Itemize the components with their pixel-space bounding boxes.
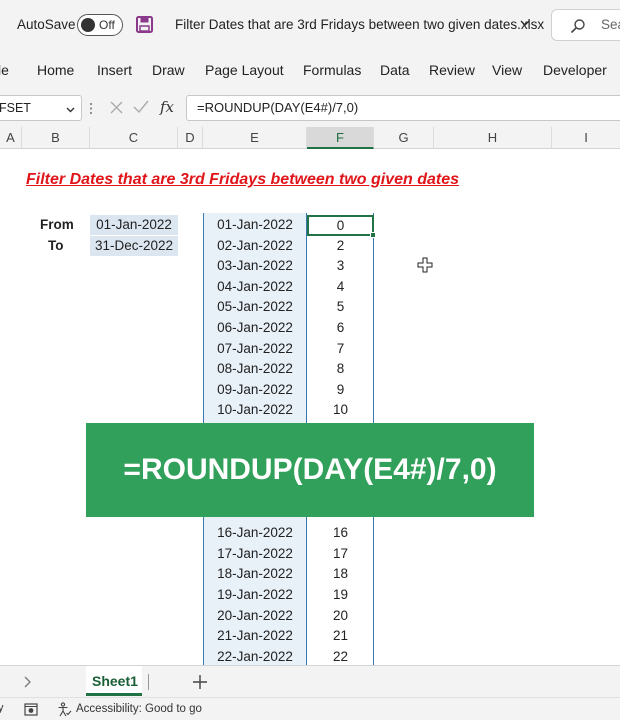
status-bar: y Accessibility: Good to go <box>0 697 620 720</box>
save-icon[interactable] <box>136 16 153 33</box>
week-number-cell[interactable]: 20 <box>307 606 374 626</box>
date-cell[interactable]: 17-Jan-2022 <box>203 544 307 564</box>
to-label[interactable]: To <box>48 238 64 253</box>
date-cell[interactable]: 09-Jan-2022 <box>203 380 307 400</box>
date-cell[interactable]: 05-Jan-2022 <box>203 297 307 317</box>
formula-banner: =ROUNDUP(DAY(E4#)/7,0) <box>86 423 534 517</box>
document-title[interactable]: Filter Dates that are 3rd Fridays betwee… <box>175 17 544 32</box>
sheet-tab-label: Sheet1 <box>92 673 138 689</box>
date-cell[interactable]: 08-Jan-2022 <box>203 359 307 379</box>
sheet-tab-bar: Sheet1 <box>0 665 620 697</box>
date-cell[interactable]: 20-Jan-2022 <box>203 606 307 626</box>
autosave-state: Off <box>99 18 115 32</box>
week-number-cell[interactable]: 18 <box>307 564 374 584</box>
date-cell[interactable]: 10-Jan-2022 <box>203 400 307 420</box>
autosave-label: AutoSave <box>17 17 76 32</box>
week-number-cell[interactable]: 5 <box>307 297 374 317</box>
more-vertical-icon[interactable] <box>89 102 93 115</box>
active-cell-selection[interactable] <box>307 215 374 236</box>
week-number-cell[interactable]: 6 <box>307 318 374 338</box>
week-number-cell[interactable]: 17 <box>307 544 374 564</box>
search-placeholder: Sea <box>601 17 620 32</box>
chevron-down-icon[interactable] <box>65 104 76 115</box>
week-number-cell[interactable]: 10 <box>307 400 374 420</box>
worksheet-grid[interactable]: Filter Dates that are 3rd Fridays betwee… <box>0 149 620 665</box>
date-cell[interactable]: 03-Jan-2022 <box>203 256 307 276</box>
date-cell[interactable]: 16-Jan-2022 <box>203 523 307 543</box>
column-header-h[interactable]: H <box>434 127 552 149</box>
date-cell[interactable]: 07-Jan-2022 <box>203 339 307 359</box>
column-header-c[interactable]: C <box>90 127 178 149</box>
formula-input[interactable]: =ROUNDUP(DAY(E4#)/7,0) <box>186 95 620 121</box>
tab-file[interactable]: le <box>0 62 9 78</box>
name-box[interactable]: FSET <box>0 95 82 121</box>
date-cell[interactable]: 18-Jan-2022 <box>203 564 307 584</box>
check-icon[interactable] <box>133 100 149 114</box>
sheet-tab-sheet1[interactable]: Sheet1 <box>86 666 142 696</box>
tab-formulas[interactable]: Formulas <box>303 62 361 78</box>
tab-insert[interactable]: Insert <box>97 62 132 78</box>
tab-data[interactable]: Data <box>380 62 410 78</box>
chevron-down-icon[interactable] <box>519 17 531 29</box>
column-header-a[interactable]: A <box>0 127 22 149</box>
week-number-cell[interactable]: 22 <box>307 647 374 665</box>
date-cell[interactable]: 01-Jan-2022 <box>203 215 307 235</box>
date-cell[interactable]: 04-Jan-2022 <box>203 277 307 297</box>
title-bar: AutoSave Off Filter Dates that are 3rd F… <box>0 0 620 50</box>
insert-function-button[interactable]: fx <box>160 98 174 116</box>
formula-banner-text: =ROUNDUP(DAY(E4#)/7,0) <box>123 453 497 486</box>
week-number-cell[interactable]: 4 <box>307 277 374 297</box>
week-number-cell[interactable]: 19 <box>307 585 374 605</box>
tab-view[interactable]: View <box>492 62 522 78</box>
accessibility-status[interactable]: Accessibility: Good to go <box>76 703 202 715</box>
week-number-cell[interactable]: 8 <box>307 359 374 379</box>
cell-cursor-icon <box>417 257 433 273</box>
column-header-f[interactable]: F <box>307 127 374 149</box>
from-label[interactable]: From <box>40 217 74 232</box>
date-cell[interactable]: 22-Jan-2022 <box>203 647 307 665</box>
column-header-e[interactable]: E <box>203 127 307 149</box>
column-header-d[interactable]: D <box>178 127 203 149</box>
column-header: A B C D E F G H I <box>0 127 620 149</box>
tab-divider <box>148 674 149 690</box>
formula-bar: FSET fx =ROUNDUP(DAY(E4#)/7,0) <box>0 90 620 127</box>
column-header-i[interactable]: I <box>552 127 620 149</box>
column-header-g[interactable]: G <box>374 127 434 149</box>
autosave-toggle[interactable]: Off <box>77 14 123 36</box>
to-date-cell[interactable]: 31-Dec-2022 <box>90 236 178 256</box>
week-number-cell[interactable]: 16 <box>307 523 374 543</box>
accessibility-icon[interactable] <box>57 702 72 717</box>
from-date-cell[interactable]: 01-Jan-2022 <box>90 215 178 235</box>
week-number-cell[interactable]: 2 <box>307 236 374 256</box>
date-cell[interactable]: 02-Jan-2022 <box>203 236 307 256</box>
week-number-cell[interactable]: 7 <box>307 339 374 359</box>
ribbon-tabs: le Home Insert Draw Page Layout Formulas… <box>0 50 620 90</box>
tab-developer[interactable]: Developer <box>543 62 607 78</box>
date-cell[interactable]: 19-Jan-2022 <box>203 585 307 605</box>
tab-page-layout[interactable]: Page Layout <box>205 62 284 78</box>
formula-text: =ROUNDUP(DAY(E4#)/7,0) <box>197 100 359 115</box>
search-box[interactable]: Sea <box>551 9 620 41</box>
close-icon[interactable] <box>110 101 123 114</box>
date-cell[interactable]: 21-Jan-2022 <box>203 626 307 646</box>
status-mode-text: y <box>0 702 4 714</box>
search-icon <box>570 19 585 34</box>
week-number-cell[interactable]: 9 <box>307 380 374 400</box>
week-number-cell[interactable]: 21 <box>307 626 374 646</box>
tab-review[interactable]: Review <box>429 62 475 78</box>
fill-handle[interactable] <box>370 232 376 238</box>
tab-home[interactable]: Home <box>37 62 74 78</box>
chevron-right-icon[interactable] <box>22 676 32 688</box>
macro-record-icon[interactable] <box>24 703 38 716</box>
name-box-value: FSET <box>0 101 31 115</box>
week-number-cell[interactable]: 3 <box>307 256 374 276</box>
tab-draw[interactable]: Draw <box>152 62 185 78</box>
date-cell[interactable]: 06-Jan-2022 <box>203 318 307 338</box>
sheet-title[interactable]: Filter Dates that are 3rd Fridays betwee… <box>26 171 459 189</box>
plus-icon[interactable] <box>192 674 208 690</box>
toggle-knob <box>81 18 95 32</box>
column-header-b[interactable]: B <box>22 127 90 149</box>
